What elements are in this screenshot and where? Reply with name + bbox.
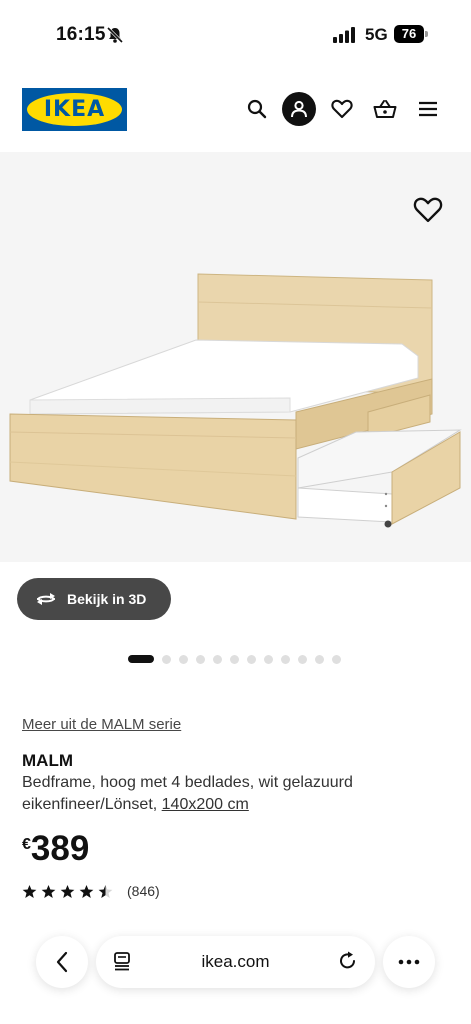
product-image[interactable] (0, 152, 471, 562)
carousel-dot[interactable] (332, 654, 341, 664)
more-dots-icon (398, 959, 420, 965)
view-3d-button[interactable]: Bekijk in 3D (17, 578, 171, 620)
address-bar[interactable]: ikea.com (96, 936, 375, 988)
url-text: ikea.com (201, 952, 270, 971)
search-icon[interactable] (240, 92, 274, 126)
rating[interactable]: (846) (22, 883, 160, 899)
price: € 389 (22, 830, 89, 868)
basket-icon[interactable] (368, 92, 402, 126)
rotate-3d-icon (37, 593, 55, 605)
heart-icon[interactable] (325, 92, 359, 126)
battery-icon: 76 (394, 25, 424, 43)
signal-icon (333, 27, 355, 43)
carousel-dot[interactable] (298, 654, 307, 664)
battery-level: 76 (401, 26, 417, 41)
star-icon (98, 884, 113, 898)
logo-text: IKEA (43, 97, 106, 122)
carousel-dot[interactable] (315, 654, 324, 664)
ikea-logo[interactable]: IKEA (22, 88, 127, 131)
carousel-dot[interactable] (213, 654, 222, 664)
star-icon (22, 884, 37, 898)
carousel-dot-active[interactable] (128, 655, 154, 663)
carousel-dots[interactable] (128, 654, 341, 664)
price-value: 389 (30, 829, 90, 868)
carousel-dot[interactable] (196, 654, 205, 664)
product-description: Bedframe, hoog met 4 bedlades, wit gelaz… (22, 772, 442, 816)
reload-icon[interactable] (337, 950, 359, 972)
star-icon (79, 884, 94, 898)
logo-oval: IKEA (27, 93, 122, 126)
bell-off-icon (106, 26, 124, 44)
product-name: MALM (22, 751, 73, 770)
carousel-dot[interactable] (264, 654, 273, 664)
site-header: IKEA (0, 80, 471, 140)
carousel-dot[interactable] (179, 654, 188, 664)
account-icon[interactable] (282, 92, 316, 126)
carousel-dot[interactable] (230, 654, 239, 664)
chevron-left-icon (56, 951, 68, 973)
star-icon (41, 884, 56, 898)
favorite-heart-icon[interactable] (413, 196, 443, 226)
browser-toolbar: ikea.com (0, 930, 471, 1000)
view-3d-label: Bekijk in 3D (67, 591, 147, 607)
price-currency: € (22, 836, 31, 853)
back-button[interactable] (36, 936, 88, 988)
network-type: 5G (365, 25, 388, 44)
more-button[interactable] (383, 936, 435, 988)
battery-cap (425, 31, 428, 37)
size-link[interactable]: 140x200 cm (162, 796, 249, 813)
rating-stars (22, 884, 113, 899)
carousel-dot[interactable] (281, 654, 290, 664)
series-link[interactable]: Meer uit de MALM serie (22, 716, 181, 733)
status-time: 16:15 (56, 24, 106, 45)
menu-icon[interactable] (411, 92, 445, 126)
carousel-dot[interactable] (162, 654, 171, 664)
bed-illustration (9, 273, 462, 528)
carousel-dot[interactable] (247, 654, 256, 664)
star-icon (60, 884, 75, 898)
review-count: (846) (127, 883, 160, 899)
status-bar: 16:15 5G 76 (0, 0, 471, 70)
